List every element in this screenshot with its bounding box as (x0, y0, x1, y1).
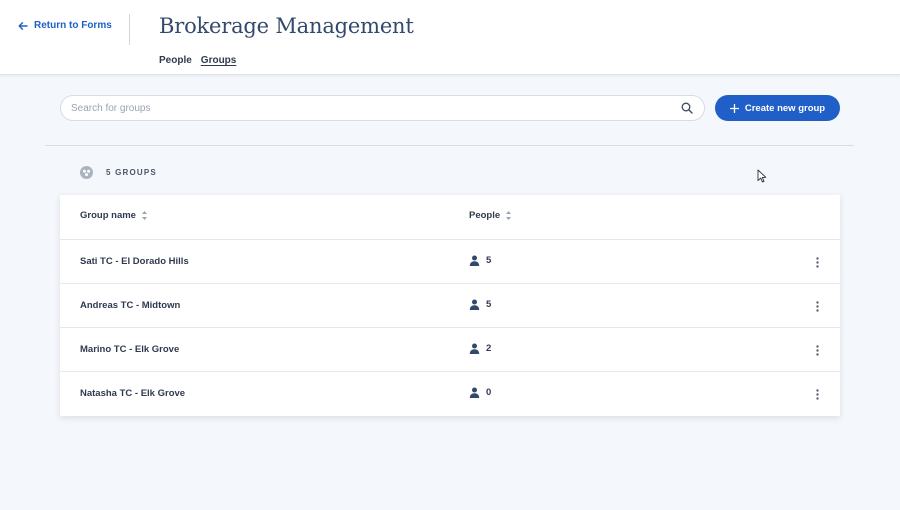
section-divider (45, 145, 854, 146)
tab-people[interactable]: People (159, 55, 192, 66)
kebab-menu-icon (815, 388, 819, 400)
create-new-group-button[interactable]: Create new group (715, 95, 840, 121)
people-count-cell: 0 (469, 387, 491, 398)
people-count: 0 (486, 387, 492, 398)
groups-icon (80, 166, 93, 179)
row-more-menu-button[interactable] (812, 342, 822, 358)
group-name: Sati TC - El Dorado Hills (80, 256, 189, 267)
return-to-forms-link[interactable]: Return to Forms (18, 20, 112, 31)
page-title: Brokerage Management (159, 14, 414, 38)
table-row[interactable]: Sati TC - El Dorado Hills 5 (60, 240, 840, 284)
group-name: Marino TC - Elk Grove (80, 344, 180, 355)
kebab-menu-icon (815, 300, 819, 312)
people-count-cell: 5 (469, 299, 491, 310)
search-input[interactable] (71, 102, 680, 114)
arrow-left-icon (18, 21, 28, 30)
person-icon (469, 255, 480, 266)
search-icon[interactable] (680, 101, 694, 115)
group-name: Andreas TC - Midtown (80, 300, 181, 311)
row-more-menu-button[interactable] (812, 254, 822, 270)
table-row[interactable]: Marino TC - Elk Grove 2 (60, 328, 840, 372)
people-count: 5 (486, 299, 492, 310)
kebab-menu-icon (815, 256, 819, 268)
table-row[interactable]: Andreas TC - Midtown 5 (60, 284, 840, 328)
mouse-cursor-icon (757, 169, 767, 183)
sort-icon (506, 211, 512, 220)
sub-navigation: People Groups (159, 55, 236, 66)
people-count-cell: 2 (469, 343, 491, 354)
groups-count-label: 5 GROUPS (106, 168, 157, 177)
return-to-forms-label: Return to Forms (34, 20, 112, 31)
column-header-people[interactable]: People (469, 210, 512, 221)
table-row[interactable]: Natasha TC - Elk Grove 0 (60, 372, 840, 416)
column-header-people-label: People (469, 210, 501, 221)
groups-table: Group name People Sati TC - El Dorado Hi… (60, 195, 840, 416)
sort-icon (141, 211, 147, 220)
person-icon (469, 343, 480, 354)
header-divider (129, 14, 130, 45)
table-header: Group name People (60, 195, 840, 240)
kebab-menu-icon (815, 344, 819, 356)
people-count-cell: 5 (469, 255, 491, 266)
plus-icon (729, 103, 739, 113)
tab-groups[interactable]: Groups (201, 55, 237, 66)
people-count: 5 (486, 255, 492, 266)
row-more-menu-button[interactable] (812, 386, 822, 402)
column-header-group-name[interactable]: Group name (80, 210, 148, 221)
row-more-menu-button[interactable] (812, 298, 822, 314)
column-header-group-name-label: Group name (80, 210, 136, 221)
app-header: Return to Forms Brokerage Management Peo… (0, 0, 900, 75)
search-box (60, 95, 705, 121)
create-new-group-label: Create new group (744, 102, 826, 114)
groups-count: 5 GROUPS (80, 166, 157, 179)
people-count: 2 (486, 343, 492, 354)
person-icon (469, 387, 480, 398)
group-name: Natasha TC - Elk Grove (80, 388, 186, 399)
person-icon (469, 299, 480, 310)
